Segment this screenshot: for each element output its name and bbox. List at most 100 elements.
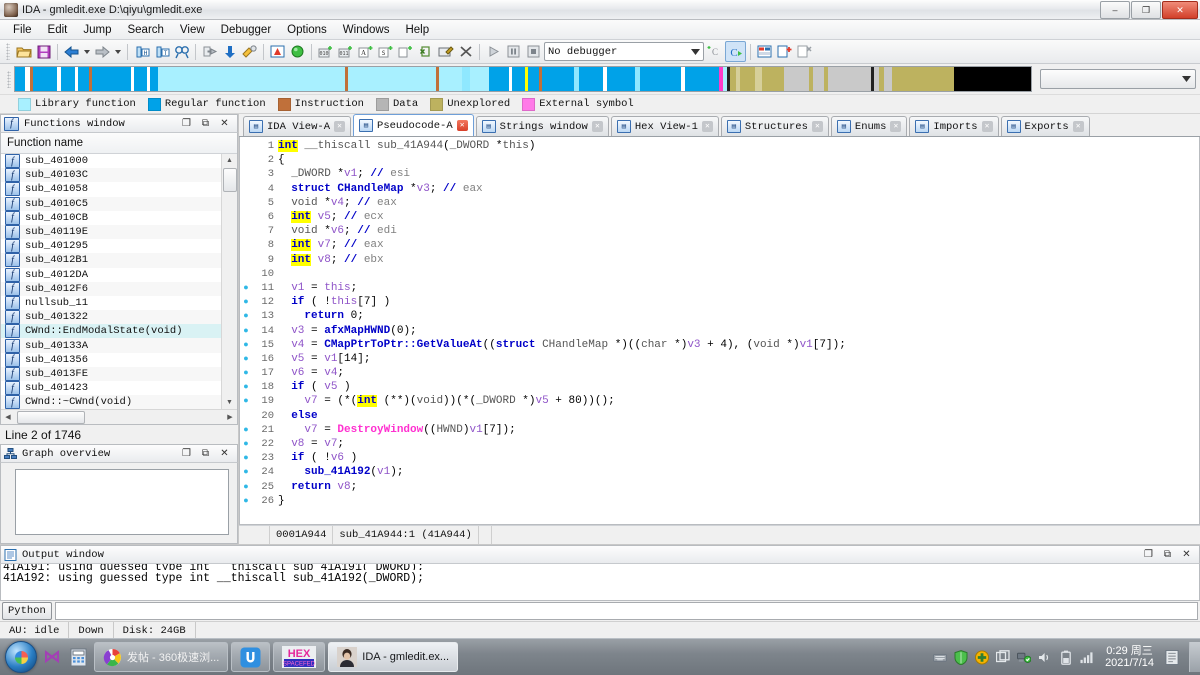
code-line[interactable]: 2{ — [240, 153, 1199, 167]
play-icon[interactable] — [484, 42, 503, 61]
cli-input[interactable] — [54, 602, 1198, 620]
tab-pseudocode-a[interactable]: ▤ Pseudocode-A ✕ — [353, 114, 474, 136]
make-code-icon[interactable]: 010 — [316, 42, 335, 61]
shield-icon[interactable] — [954, 649, 968, 665]
menu-windows[interactable]: Windows — [336, 22, 397, 38]
cli-language-button[interactable]: Python — [2, 602, 52, 620]
code-line[interactable]: ● 24 sub_41A192(v1); — [240, 465, 1199, 479]
breakpoint-marker-icon[interactable]: ● — [240, 297, 252, 307]
jump-to-text-icon[interactable]: T — [152, 42, 171, 61]
jump-to-address-icon[interactable]: H — [132, 42, 151, 61]
scroll-thumb[interactable] — [222, 168, 237, 192]
tab-close-icon[interactable]: ✕ — [701, 121, 713, 132]
graph-overview-viewport[interactable] — [15, 469, 229, 535]
decompile-icon[interactable]: C — [705, 42, 724, 61]
breakpoint-marker-icon[interactable]: ● — [240, 354, 252, 364]
code-line[interactable]: 5 void *v4; // eax — [240, 196, 1199, 210]
menu-jump[interactable]: Jump — [76, 22, 118, 38]
functions-column-header[interactable]: Function name — [1, 133, 237, 154]
panel-close-icon[interactable]: ✕ — [218, 447, 231, 460]
make-data-icon[interactable]: 011 — [336, 42, 355, 61]
table-row[interactable]: f sub_401000 — [1, 154, 221, 169]
tab-strings-window[interactable]: ▤ Strings window ✕ — [475, 116, 609, 136]
panel-dock-icon[interactable]: ⧉ — [199, 117, 212, 130]
save-icon[interactable] — [34, 42, 53, 61]
toolbar-grip[interactable] — [6, 43, 10, 60]
minimize-button[interactable]: – — [1100, 1, 1130, 19]
breakpoint-marker-icon[interactable]: ● — [240, 396, 252, 406]
code-line[interactable]: ● 22 v8 = v7; — [240, 437, 1199, 451]
panel-close-icon[interactable]: ✕ — [218, 117, 231, 130]
debugger-select[interactable]: No debugger — [544, 42, 704, 61]
panel-restore-icon[interactable]: ❐ — [180, 447, 193, 460]
code-line[interactable]: 1 int __thiscall sub_41A944(_DWORD *this) — [240, 139, 1199, 153]
calculator-icon[interactable] — [62, 641, 94, 673]
tab-close-icon[interactable]: ✕ — [456, 120, 468, 131]
volume-icon[interactable] — [1038, 650, 1052, 664]
breakpoint-marker-icon[interactable]: ● — [240, 467, 252, 477]
forward-arrow-icon[interactable] — [93, 42, 112, 61]
open-icon[interactable] — [14, 42, 33, 61]
structures-icon[interactable] — [755, 42, 774, 61]
visual-studio-icon[interactable]: ⋈ — [42, 647, 62, 667]
create-function-icon[interactable] — [396, 42, 415, 61]
back-history-chevron-down-icon[interactable] — [84, 49, 90, 54]
show-desktop-button[interactable] — [1189, 642, 1200, 672]
breakpoint-marker-icon[interactable]: ● — [240, 382, 252, 392]
taskbar-item-ida[interactable]: IDA - gmledit.ex... — [328, 642, 459, 672]
network-icon[interactable] — [1017, 650, 1032, 664]
tab-enums[interactable]: ▤ Enums ✕ — [830, 116, 908, 136]
table-row[interactable]: f sub_4010CB — [1, 210, 221, 225]
menu-view[interactable]: View — [173, 22, 212, 38]
back-arrow-icon[interactable] — [62, 42, 81, 61]
navband-combo[interactable] — [1040, 69, 1196, 89]
pseudocode-text[interactable]: 1 int __thiscall sub_41A944(_DWORD *this)… — [240, 137, 1199, 524]
run-to-cursor-icon[interactable] — [288, 42, 307, 61]
table-row[interactable]: f sub_4012DA — [1, 267, 221, 282]
tab-close-icon[interactable]: ✕ — [1072, 121, 1084, 132]
code-line[interactable]: 20 else — [240, 409, 1199, 423]
graph-overview-canvas[interactable] — [0, 463, 238, 544]
tab-exports[interactable]: ▤ Exports ✕ — [1000, 116, 1090, 136]
code-line[interactable]: 9 int v8; // ebx — [240, 253, 1199, 267]
scroll-right-icon[interactable]: ▶ — [223, 413, 237, 421]
table-row[interactable]: f sub_401058 — [1, 182, 221, 197]
forward-history-chevron-down-icon[interactable] — [115, 49, 121, 54]
pause-icon[interactable] — [504, 42, 523, 61]
code-line[interactable]: ● 12 if ( !this[7] ) — [240, 295, 1199, 309]
menu-options[interactable]: Options — [280, 22, 334, 38]
panel-dock-icon[interactable]: ⧉ — [199, 447, 212, 460]
tab-imports[interactable]: ▤ Imports ✕ — [909, 116, 999, 136]
code-line[interactable]: ● 14 v3 = afxMapHWND(0); — [240, 323, 1199, 337]
tab-structures[interactable]: ▤ Structures ✕ — [720, 116, 829, 136]
breakpoint-marker-icon[interactable]: ● — [240, 453, 252, 463]
code-line[interactable]: 3 _DWORD *v1; // esi — [240, 167, 1199, 181]
breakpoint-marker-icon[interactable]: ● — [240, 368, 252, 378]
code-line[interactable]: ● 19 v7 = (*(int (**)(void))(*(_DWORD *)v… — [240, 394, 1199, 408]
edit-function-icon[interactable] — [436, 42, 455, 61]
hscroll-thumb[interactable] — [17, 410, 85, 424]
table-row[interactable]: f sub_401356 — [1, 352, 221, 367]
battery-icon[interactable] — [1059, 650, 1073, 665]
breakpoint-marker-icon[interactable]: ● — [240, 439, 252, 449]
table-row[interactable]: f sub_40133A — [1, 338, 221, 353]
navband-grip[interactable] — [7, 70, 11, 88]
breakpoint-marker-icon[interactable]: ● — [240, 496, 252, 506]
functions-hscrollbar[interactable]: ◀ ▶ — [1, 409, 237, 424]
code-line[interactable]: ● 26} — [240, 494, 1199, 508]
table-row[interactable]: f sub_401423 — [1, 381, 221, 396]
panel-restore-icon[interactable]: ❐ — [180, 117, 193, 130]
tab-close-icon[interactable]: ✕ — [811, 121, 823, 132]
code-line[interactable]: ● 15 v4 = CMapPtrToPtr::GetValueAt((struc… — [240, 338, 1199, 352]
breakpoint-marker-icon[interactable]: ● — [240, 425, 252, 435]
scroll-down-icon[interactable]: ▼ — [223, 396, 236, 409]
code-line[interactable]: 8 int v7; // eax — [240, 238, 1199, 252]
code-line[interactable]: ● 13 return 0; — [240, 309, 1199, 323]
code-line[interactable]: ● 25 return v8; — [240, 480, 1199, 494]
table-row[interactable]: f sub_4013FE — [1, 366, 221, 381]
scroll-left-icon[interactable]: ◀ — [1, 413, 15, 421]
code-line[interactable]: ● 23 if ( !v6 ) — [240, 451, 1199, 465]
code-line[interactable]: ● 11 v1 = this; — [240, 281, 1199, 295]
search-binary-icon[interactable] — [172, 42, 191, 61]
taskbar-clock[interactable]: 0:29 周三 2021/7/14 — [1101, 645, 1158, 669]
